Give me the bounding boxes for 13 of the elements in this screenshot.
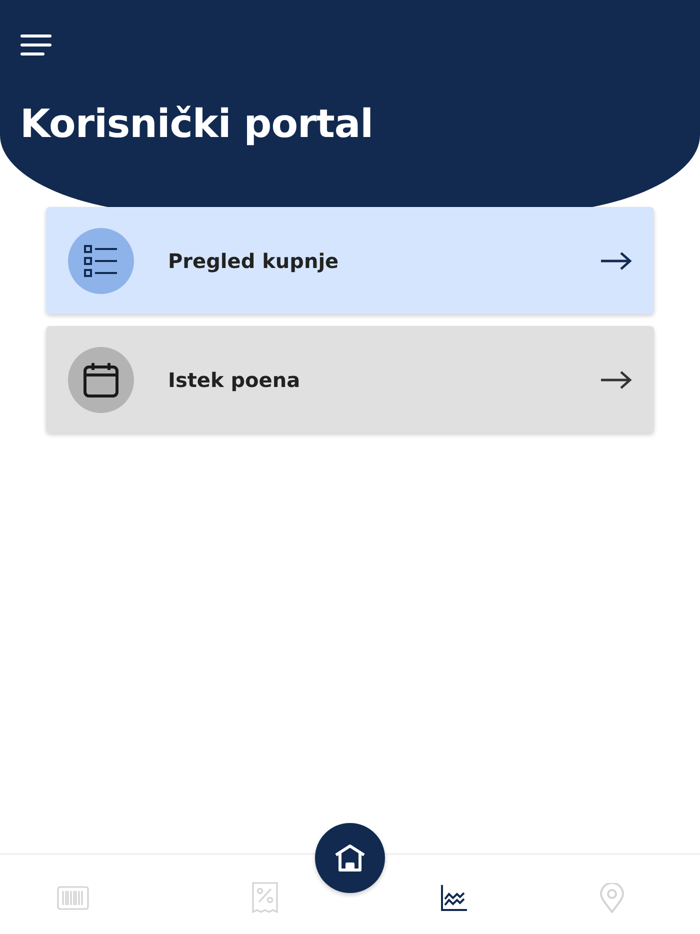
home-button[interactable] (315, 823, 385, 893)
card-label: Istek poena (168, 368, 302, 392)
line-chart-icon[interactable] (441, 884, 467, 910)
page-title: Korisnički portal (20, 102, 374, 147)
menu-button[interactable] (20, 32, 52, 58)
home-icon (334, 844, 366, 872)
menu-card[interactable]: Pregled kupnje (46, 207, 654, 314)
card-label: Pregled kupnje (168, 248, 340, 272)
arrow-right-icon (600, 252, 632, 270)
calendar-icon (82, 360, 120, 398)
arrow-right-icon (600, 370, 632, 388)
menu-card[interactable]: Istek poena (46, 326, 654, 433)
checklist-icon (83, 242, 119, 278)
